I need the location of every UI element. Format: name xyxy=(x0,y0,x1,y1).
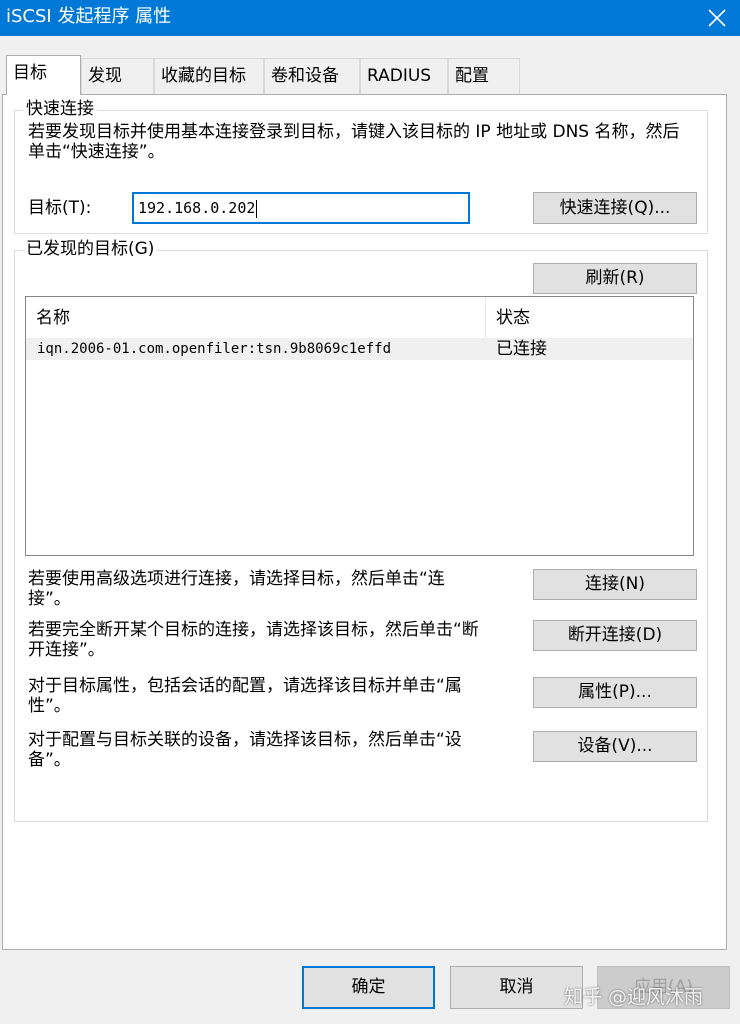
list-header: 名称 状态 xyxy=(26,297,693,339)
tab-discovery[interactable]: 发现 xyxy=(81,58,154,94)
quick-connect-button[interactable]: 快速连接(Q)... xyxy=(533,192,697,224)
watermark: 知乎 @迎风沐雨 xyxy=(564,986,704,1008)
ok-button[interactable]: 确定 xyxy=(302,966,435,1009)
target-label: 目标(T): xyxy=(28,198,92,218)
tab-configuration[interactable]: 配置 xyxy=(448,58,520,94)
refresh-button[interactable]: 刷新(R) xyxy=(533,263,697,294)
target-input-value: 192.168.0.202 xyxy=(138,199,256,217)
table-row[interactable]: iqn.2006-01.com.openfiler:tsn.9b8069c1ef… xyxy=(26,338,693,360)
tab-targets[interactable]: 目标 xyxy=(6,55,81,95)
properties-description: 对于目标属性，包括会话的配置，请选择该目标并单击“属性”。 xyxy=(28,676,462,716)
close-icon xyxy=(708,9,726,27)
target-status-cell: 已连接 xyxy=(496,339,547,359)
tab-volumes-devices[interactable]: 卷和设备 xyxy=(264,58,360,94)
quick-connect-description: 若要发现目标并使用基本连接登录到目标，请键入该目标的 IP 地址或 DNS 名称… xyxy=(28,122,680,162)
window-title: iSCSI 发起程序 属性 xyxy=(6,6,172,27)
devices-description: 对于配置与目标关联的设备，请选择该目标，然后单击“设备”。 xyxy=(28,730,462,770)
connect-description: 若要使用高级选项进行连接，请选择目标，然后单击“连接”。 xyxy=(28,569,445,609)
title-bar: iSCSI 发起程序 属性 xyxy=(0,0,740,36)
disconnect-button[interactable]: 断开连接(D) xyxy=(533,620,697,651)
disconnect-description: 若要完全断开某个目标的连接，请选择该目标，然后单击“断开连接”。 xyxy=(28,620,479,660)
discovered-targets-legend: 已发现的目标(G) xyxy=(23,238,158,260)
close-button[interactable] xyxy=(694,0,740,36)
tab-radius[interactable]: RADIUS xyxy=(360,58,448,94)
target-input[interactable]: 192.168.0.202 xyxy=(132,192,470,224)
connect-button[interactable]: 连接(N) xyxy=(533,569,697,600)
column-header-status[interactable]: 状态 xyxy=(486,297,691,339)
column-header-name[interactable]: 名称 xyxy=(26,297,486,339)
tab-favorite-targets[interactable]: 收藏的目标 xyxy=(154,58,264,94)
quick-connect-legend: 快速连接 xyxy=(23,98,97,120)
target-name-cell: iqn.2006-01.com.openfiler:tsn.9b8069c1ef… xyxy=(37,341,392,357)
devices-button[interactable]: 设备(V)... xyxy=(533,731,697,762)
targets-list[interactable]: 名称 状态 iqn.2006-01.com.openfiler:tsn.9b80… xyxy=(25,296,694,556)
properties-button[interactable]: 属性(P)... xyxy=(533,677,697,708)
